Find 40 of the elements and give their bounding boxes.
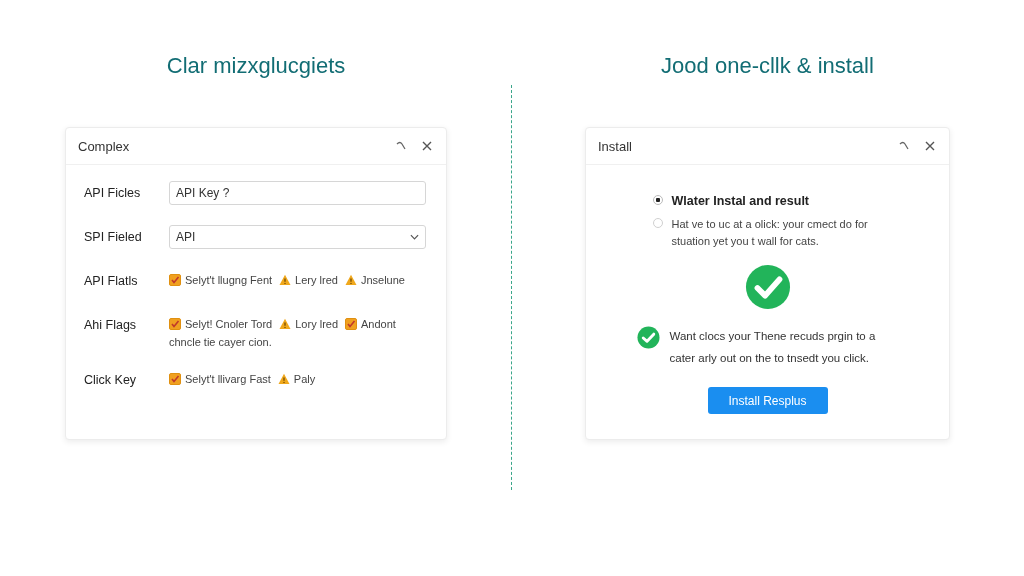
field-label: SPI Fieled [84, 229, 143, 246]
option-label: Hat ve to uc at a olick: your cmect do for stuation yet you t wall for cats. [671, 217, 869, 249]
flag-label: Selyt't llivarg Fast [185, 373, 271, 385]
flag-label: Selyt't llugng Fent [185, 274, 273, 286]
curl-icon[interactable] [898, 140, 910, 152]
check-icon [636, 326, 660, 349]
flag-note: chncle tie cayer cion. [169, 336, 273, 348]
dialog-title: Install [598, 138, 633, 154]
checkbox[interactable] [169, 274, 181, 286]
success-message: Want clocs your Thene recuds prgin to a cater arly out on the to tnsedt you click. [669, 329, 877, 366]
heading: Clar mizxglucgiets [165, 53, 347, 80]
checkbox[interactable] [345, 318, 358, 330]
caret-icon [410, 234, 419, 240]
flag-label: Andont [361, 318, 396, 330]
flag-label: Paly [293, 373, 316, 385]
close-icon[interactable] [421, 140, 433, 152]
radio-button[interactable] [652, 195, 663, 205]
warning-icon [344, 274, 357, 286]
checkbox[interactable] [169, 318, 181, 330]
field-label: Ahi Flags [84, 317, 138, 334]
dropdown[interactable]: API [169, 225, 426, 249]
checkbox[interactable] [169, 373, 181, 385]
field-label: API Ficles [84, 185, 142, 202]
field-label: API Flatls [84, 273, 139, 290]
flag-label: Jnselune [360, 274, 405, 286]
success-check-icon [744, 264, 791, 310]
curl-icon[interactable] [395, 140, 407, 152]
warning-icon [279, 318, 292, 330]
dialog-title: Complex [78, 138, 131, 154]
flag-label: Lory lred [295, 318, 339, 330]
radio-button[interactable] [652, 218, 663, 228]
warning-icon [277, 373, 290, 385]
close-icon[interactable] [924, 140, 936, 152]
option-label: Wlater Instal and result [671, 193, 810, 210]
warning-icon [279, 274, 292, 286]
flag-label: Selyt! Cnoler Tord [185, 318, 273, 330]
input-field[interactable]: API Key ? [169, 181, 426, 205]
flag-label: Lery lred [295, 274, 338, 286]
field-label: Click Key [84, 372, 138, 389]
heading: Jood one-cllk & install [660, 53, 875, 80]
